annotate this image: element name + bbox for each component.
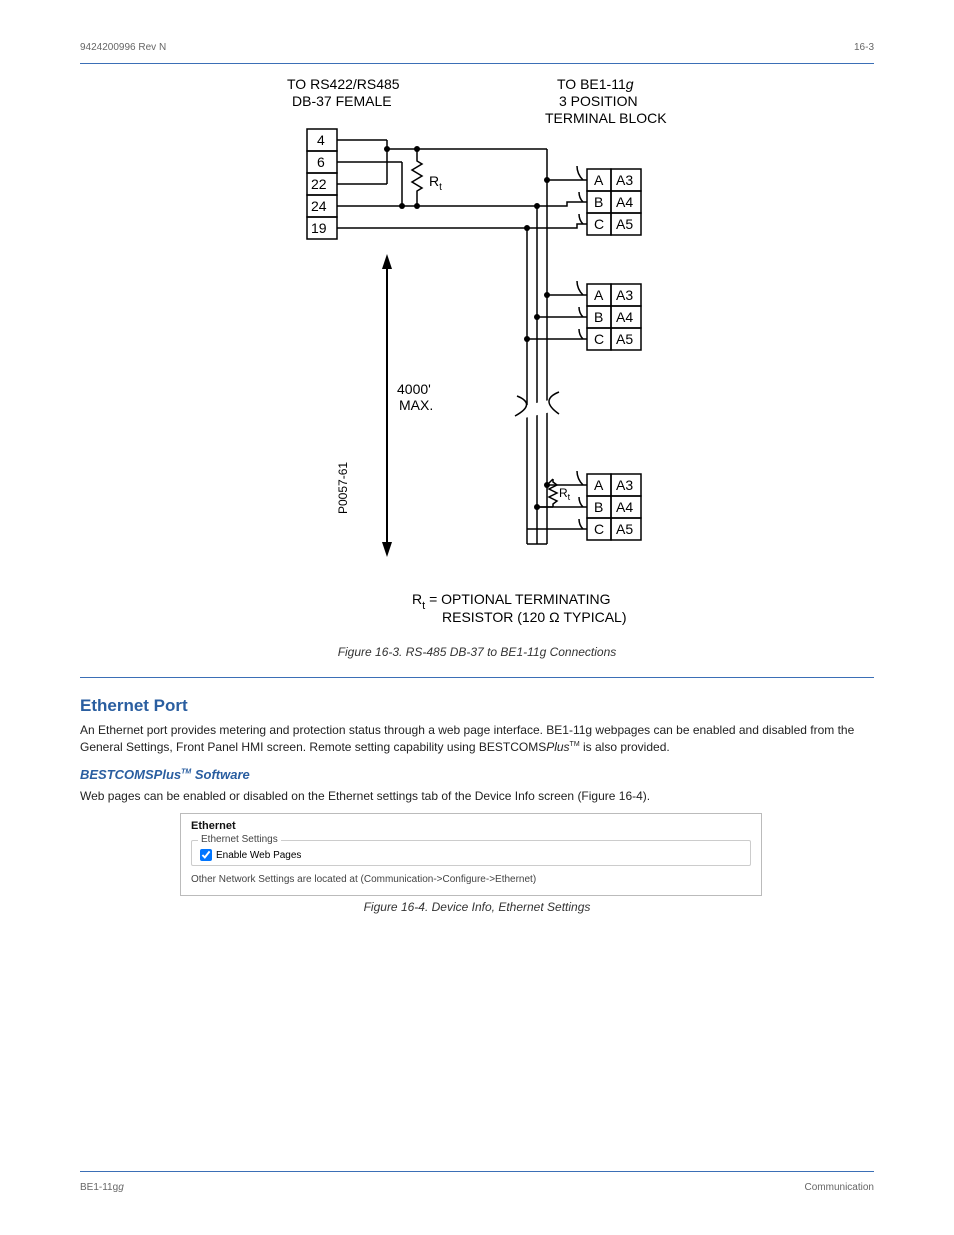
wiring-diagram: .t { font-family: Arial, sans-serif; fil… (80, 74, 874, 639)
terminal-block-2: A A3 B A4 C A5 (587, 284, 641, 350)
svg-text:C: C (594, 521, 604, 537)
svg-text:6: 6 (317, 154, 325, 170)
svg-text:B: B (594, 194, 603, 210)
ethernet-settings-screenshot: Ethernet Ethernet Settings Enable Web Pa… (180, 813, 762, 896)
svg-text:24: 24 (311, 198, 327, 214)
other-settings-note: Other Network Settings are located at (C… (191, 874, 751, 885)
header-left: 9424200996 Rev N (80, 42, 166, 53)
header-rule (80, 63, 874, 64)
figure-caption-2: Figure 16-4. Device Info, Ethernet Setti… (80, 900, 874, 914)
wiring-diagram-svg: .t { font-family: Arial, sans-serif; fil… (247, 74, 707, 634)
svg-text:TO BE1-11g: TO BE1-11g (557, 76, 634, 92)
fieldset-legend: Ethernet Settings (198, 834, 281, 845)
svg-text:22: 22 (311, 176, 327, 192)
svg-text:Rt: Rt (559, 486, 571, 502)
svg-text:19: 19 (311, 220, 327, 236)
page-footer: BE1-11gg Communication (80, 1180, 874, 1195)
section-rule (80, 677, 874, 678)
enable-web-pages-row[interactable]: Enable Web Pages (200, 849, 742, 861)
svg-text:4000': 4000' (397, 381, 431, 397)
svg-text:A: A (594, 287, 604, 303)
terminal-block-3: A A3 B A4 C A5 (587, 474, 641, 540)
section-heading: Ethernet Port (80, 696, 874, 716)
ethernet-settings-fieldset: Ethernet Settings Enable Web Pages (191, 840, 751, 866)
svg-text:A5: A5 (616, 521, 633, 537)
footer-right: Communication (805, 1182, 874, 1193)
rt-resistor-top: Rt (412, 156, 442, 206)
enable-web-pages-label: Enable Web Pages (216, 850, 301, 861)
svg-text:A3: A3 (616, 477, 633, 493)
svg-text:Rt: Rt (429, 173, 442, 193)
footer-left: BE1-11gg (80, 1182, 124, 1193)
svg-text:A: A (594, 477, 604, 493)
svg-text:A4: A4 (616, 499, 633, 515)
svg-text:A3: A3 (616, 287, 633, 303)
svg-text:A5: A5 (616, 331, 633, 347)
terminal-block-1: A A3 B A4 C A5 (587, 169, 641, 235)
svg-text:A4: A4 (616, 309, 633, 325)
header-right: 16-3 (854, 42, 874, 53)
section-para-1: An Ethernet port provides metering and p… (80, 722, 874, 757)
svg-text:B: B (594, 309, 603, 325)
svg-text:DB-37 FEMALE: DB-37 FEMALE (292, 93, 392, 109)
page-header: 9424200996 Rev N 16-3 (80, 40, 874, 55)
svg-text:RESISTOR (120 Ω TYPICAL): RESISTOR (120 Ω TYPICAL) (442, 609, 627, 625)
svg-text:B: B (594, 499, 603, 515)
section-para-2: Web pages can be enabled or disabled on … (80, 788, 874, 805)
screenshot-title: Ethernet (191, 820, 751, 832)
enable-web-pages-checkbox[interactable] (200, 849, 212, 861)
svg-text:A3: A3 (616, 172, 633, 188)
svg-text:A5: A5 (616, 216, 633, 232)
svg-text:A: A (594, 172, 604, 188)
svg-text:C: C (594, 331, 604, 347)
subhead: BESTCOMSPlusTM Software (80, 767, 874, 782)
footer-rule (80, 1171, 874, 1172)
svg-text:MAX.: MAX. (399, 397, 433, 413)
rt-resistor-bottom: Rt (549, 479, 571, 507)
svg-text:4: 4 (317, 132, 325, 148)
svg-text:A4: A4 (616, 194, 633, 210)
svg-text:TO RS422/RS485: TO RS422/RS485 (287, 76, 400, 92)
figure-caption-1: Figure 16-3. RS-485 DB-37 to BE1-11g Con… (80, 645, 874, 659)
db37-pins: 4 6 22 24 19 (307, 129, 337, 239)
svg-text:TERMINAL BLOCK: TERMINAL BLOCK (545, 110, 667, 126)
svg-text:3 POSITION: 3 POSITION (559, 93, 638, 109)
svg-text:C: C (594, 216, 604, 232)
svg-text:P0057-61: P0057-61 (336, 462, 350, 514)
